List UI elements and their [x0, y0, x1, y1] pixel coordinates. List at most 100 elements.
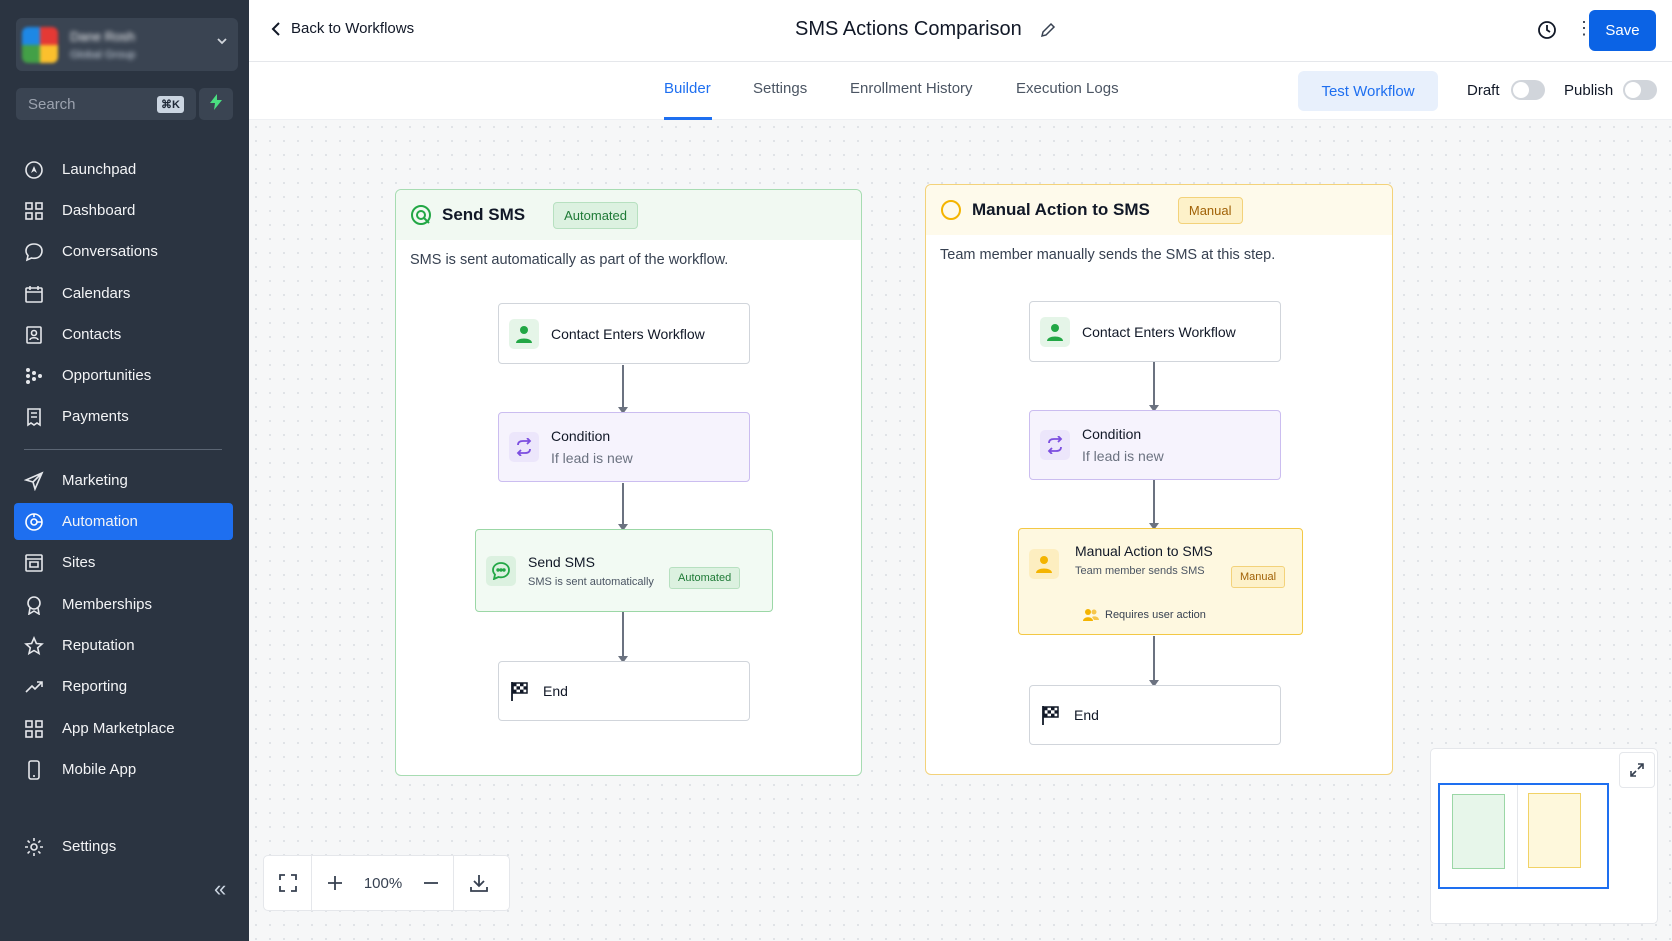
- tab-enrollment-history[interactable]: Enrollment History: [850, 80, 973, 97]
- sidebar-item-app-marketplace[interactable]: App Marketplace: [14, 710, 233, 747]
- chat-icon: [25, 242, 43, 261]
- sidebar-item-settings[interactable]: Settings: [14, 828, 233, 865]
- connector-arrow: [1149, 362, 1159, 412]
- expand-icon: [1630, 763, 1644, 777]
- sidebar-item-conversations[interactable]: Conversations: [14, 233, 233, 270]
- sidebar-item-automation[interactable]: Automation: [14, 503, 233, 540]
- automation-icon: [25, 512, 43, 531]
- condition-node-title: Condition: [551, 428, 611, 444]
- end-node-title: End: [543, 683, 568, 699]
- automated-panel: Send SMS Automated SMS is sent automatic…: [395, 189, 862, 776]
- user-icon: [1040, 316, 1070, 347]
- condition-node[interactable]: Condition If lead is new: [1029, 410, 1281, 480]
- branch-arrows-icon: [1040, 430, 1070, 460]
- connector-arrow: [618, 483, 628, 531]
- header-bar: Back to Workflows SMS Actions Comparison…: [249, 0, 1672, 62]
- condition-node[interactable]: Condition If lead is new: [498, 412, 750, 482]
- sidebar-item-label: Contacts: [62, 326, 122, 343]
- manual-action-node[interactable]: Manual Action to SMS Team member sends S…: [1018, 528, 1303, 635]
- expand-minimap-button[interactable]: [1619, 752, 1655, 788]
- calendar-icon: [25, 285, 43, 303]
- funnel-icon: [26, 367, 42, 384]
- zoom-out-button[interactable]: [408, 855, 454, 911]
- sidebar-item-memberships[interactable]: Memberships: [14, 586, 233, 623]
- sidebar-item-label: Payments: [62, 408, 129, 425]
- sidebar-item-label: Memberships: [62, 596, 153, 613]
- publish-toggle[interactable]: [1623, 80, 1657, 100]
- minimap[interactable]: [1430, 748, 1658, 924]
- collapse-sidebar-icon[interactable]: «: [214, 876, 226, 902]
- manual-action-node-badge: Manual: [1231, 566, 1286, 588]
- download-button[interactable]: [454, 855, 504, 911]
- send-sms-node-title: Send SMS: [528, 553, 595, 570]
- chevron-left-icon: [271, 21, 280, 36]
- condition-node-title: Condition: [1082, 426, 1142, 442]
- sidebar-item-label: Calendars: [62, 285, 131, 302]
- manual-panel-header: Manual Action to SMS Manual: [926, 185, 1392, 235]
- automated-panel-title: Send SMS: [442, 205, 526, 224]
- rocket-icon: [25, 160, 43, 179]
- sidebar-item-sites[interactable]: Sites: [14, 544, 233, 581]
- history-icon[interactable]: [1537, 20, 1557, 40]
- back-to-workflows-link[interactable]: Back to Workflows: [271, 20, 414, 37]
- manual-panel-title: Manual Action to SMS: [972, 200, 1150, 219]
- send-sms-node-badge: Automated: [669, 567, 741, 589]
- plus-icon: [328, 876, 342, 890]
- automated-target-icon: [411, 205, 431, 225]
- contacts-icon: [26, 325, 42, 344]
- sidebar-item-dashboard[interactable]: Dashboard: [14, 192, 233, 229]
- account-switcher[interactable]: Dane Rosh Global Group: [16, 18, 238, 71]
- sidebar-item-label: Marketing: [62, 472, 128, 489]
- tab-bar: Builder Settings Enrollment History Exec…: [249, 62, 1672, 120]
- quick-action-button[interactable]: [199, 88, 233, 120]
- search-shortcut: ⌘K: [157, 95, 184, 113]
- trigger-node[interactable]: Contact Enters Workflow: [498, 303, 750, 364]
- sidebar-item-opportunities[interactable]: Opportunities: [14, 357, 233, 394]
- receipt-icon: [27, 407, 41, 426]
- end-node-title: End: [1074, 707, 1099, 723]
- sidebar-item-label: Reputation: [62, 637, 135, 654]
- tab-builder[interactable]: Builder: [664, 80, 711, 97]
- chevron-down-icon: [216, 34, 228, 50]
- tab-execution-logs[interactable]: Execution Logs: [1016, 80, 1119, 97]
- end-node[interactable]: End: [498, 661, 750, 721]
- search-input[interactable]: Search ⌘K: [16, 88, 196, 120]
- trigger-node[interactable]: Contact Enters Workflow: [1029, 301, 1281, 362]
- finish-flag-icon: [511, 682, 528, 701]
- sidebar-item-reporting[interactable]: Reporting: [14, 668, 233, 705]
- sidebar-item-payments[interactable]: Payments: [14, 398, 233, 435]
- edit-pencil-icon[interactable]: [1040, 22, 1056, 38]
- sidebar-item-reputation[interactable]: Reputation: [14, 627, 233, 664]
- minus-icon: [423, 882, 438, 884]
- message-bubble-icon: [486, 555, 516, 586]
- search-placeholder: Search: [28, 95, 76, 113]
- sidebar-item-calendars[interactable]: Calendars: [14, 275, 233, 312]
- trigger-node-title: Contact Enters Workflow: [551, 325, 705, 342]
- phone-icon: [28, 759, 40, 780]
- sidebar-item-label: Conversations: [62, 243, 158, 260]
- zoom-level: 100%: [363, 874, 403, 892]
- tab-settings[interactable]: Settings: [753, 80, 807, 97]
- condition-node-subtitle: If lead is new: [1082, 448, 1164, 464]
- sidebar-item-mobile-app[interactable]: Mobile App: [14, 751, 233, 788]
- sidebar-item-label: Automation: [62, 513, 138, 530]
- page-title: SMS Actions Comparison: [795, 18, 1056, 41]
- manual-panel: Manual Action to SMS Manual Team member …: [925, 184, 1393, 775]
- save-button[interactable]: Save: [1589, 10, 1656, 51]
- gear-icon: [25, 837, 43, 856]
- zoom-in-button[interactable]: [312, 855, 358, 911]
- test-workflow-button[interactable]: Test Workflow: [1298, 71, 1438, 111]
- sidebar-item-marketing[interactable]: Marketing: [14, 462, 233, 499]
- fit-view-button[interactable]: [264, 855, 312, 911]
- sidebar-item-contacts[interactable]: Contacts: [14, 316, 233, 353]
- sidebar-item-label: App Marketplace: [62, 720, 175, 737]
- workflow-title: SMS Actions Comparison: [795, 18, 1022, 40]
- sites-icon: [25, 553, 43, 572]
- draft-label: Draft: [1467, 82, 1500, 99]
- sidebar-item-launchpad[interactable]: Launchpad: [14, 151, 233, 188]
- condition-node-subtitle: If lead is new: [551, 450, 633, 466]
- send-sms-node[interactable]: Send SMS SMS is sent automatically Autom…: [475, 529, 773, 612]
- draft-toggle[interactable]: [1511, 80, 1545, 100]
- end-node[interactable]: End: [1029, 685, 1281, 745]
- manual-action-node-title: Manual Action to SMS: [1075, 543, 1213, 559]
